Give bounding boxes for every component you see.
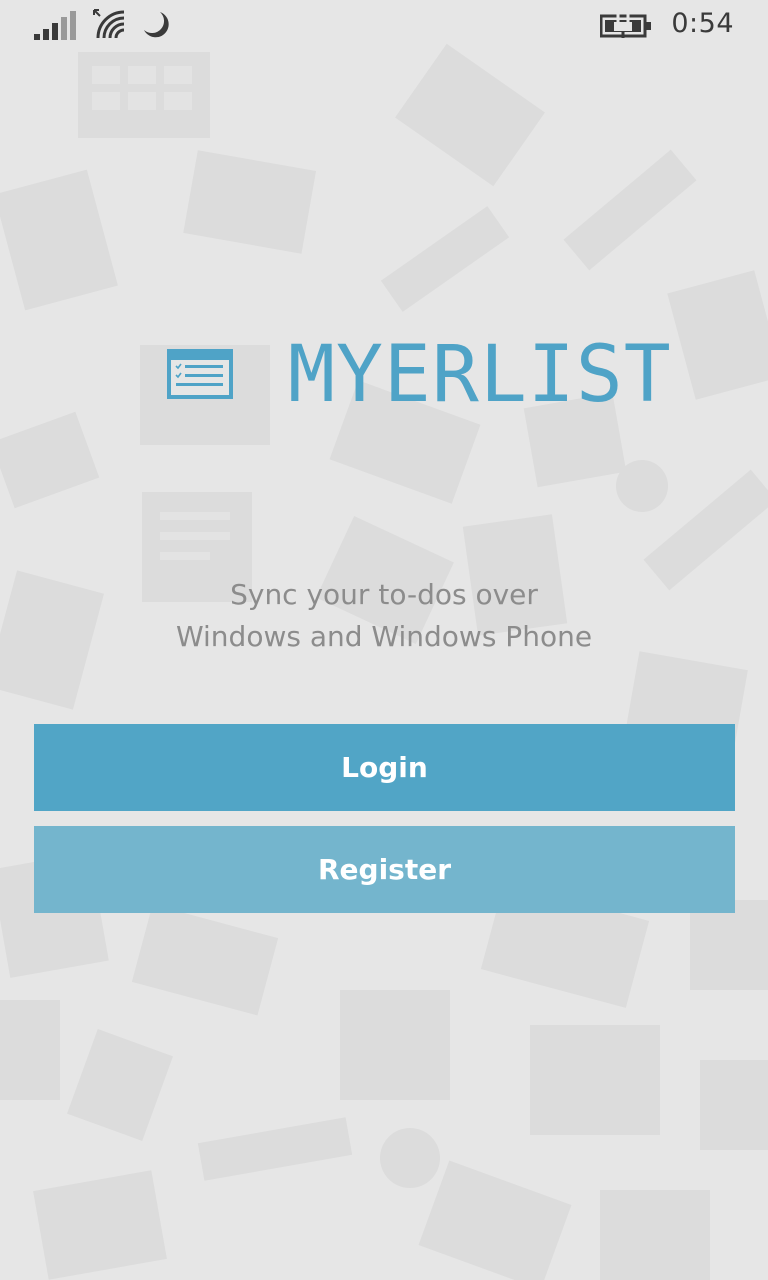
clock-time: 0:54 xyxy=(671,8,734,39)
tagline-line-1: Sync your to-dos over xyxy=(230,578,538,611)
app-logo: MYERLIST xyxy=(166,332,671,422)
quiet-hours-moon-icon xyxy=(144,12,169,38)
app-tagline: Sync your to-dos over Windows and Window… xyxy=(0,574,768,658)
status-bar: 0:54 xyxy=(0,0,768,52)
battery-charging-icon xyxy=(600,14,651,38)
tagline-line-2: Windows and Windows Phone xyxy=(175,620,593,653)
wifi-icon xyxy=(93,9,125,39)
login-button[interactable]: Login xyxy=(34,724,735,811)
app-title: MYERLIST xyxy=(288,330,672,420)
signal-strength-icon xyxy=(34,11,76,40)
register-button[interactable]: Register xyxy=(34,826,735,913)
checklist-icon xyxy=(167,349,233,399)
